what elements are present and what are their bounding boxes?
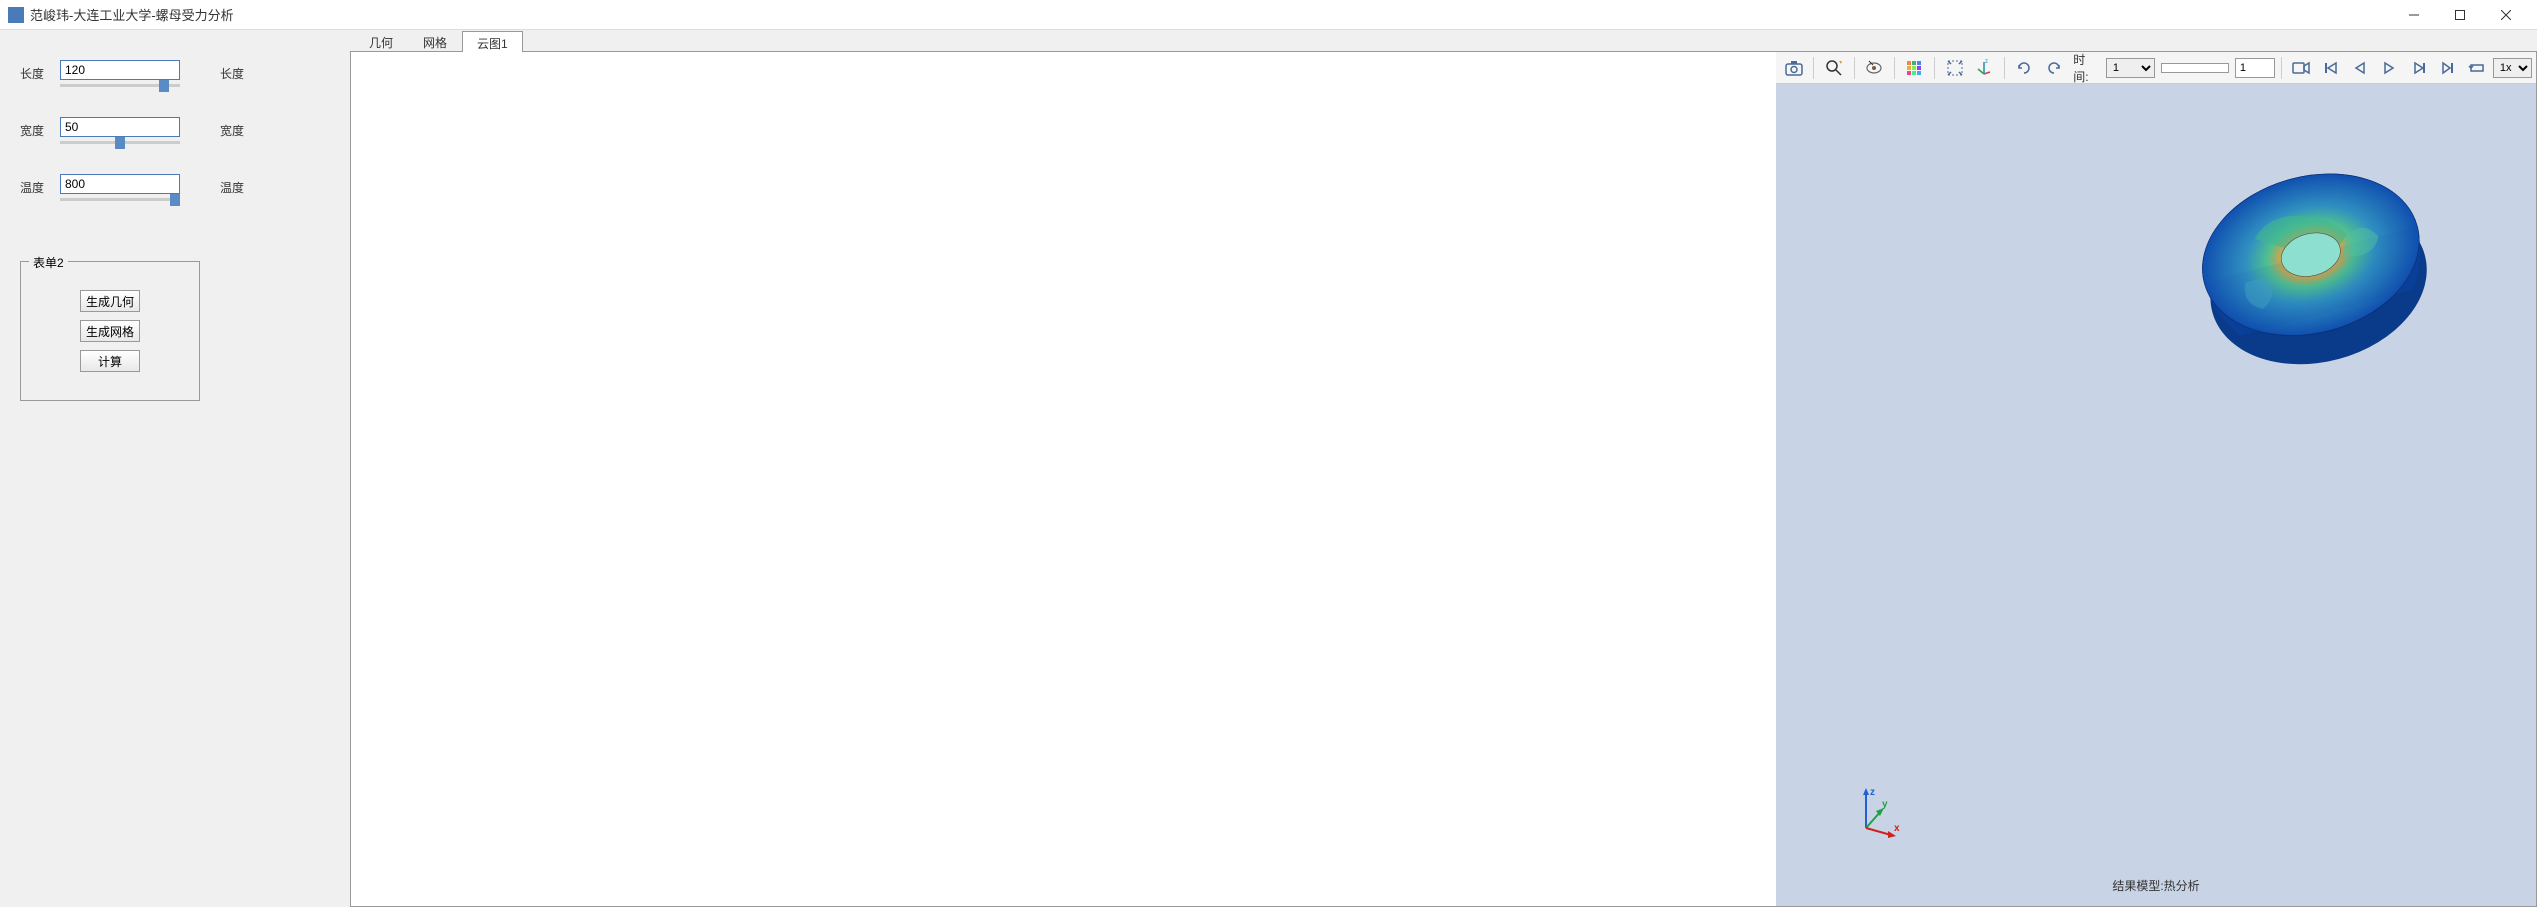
- viewport-toolbar: z 时间: 1: [1776, 52, 2536, 84]
- result-model-render: [2176, 134, 2456, 417]
- maximize-button[interactable]: [2437, 0, 2483, 30]
- time-label: 时间:: [2073, 51, 2100, 85]
- param-length: 长度 长度: [20, 60, 330, 87]
- app-icon: [8, 7, 24, 23]
- first-frame-button[interactable]: [2317, 55, 2344, 81]
- svg-text:z: z: [1870, 787, 1875, 798]
- rotate-ccw-button[interactable]: [2011, 55, 2038, 81]
- loop-button[interactable]: [2464, 55, 2491, 81]
- width-input[interactable]: [60, 117, 180, 137]
- tab-geometry[interactable]: 几何: [354, 30, 408, 51]
- canvas-area[interactable]: z y x 结果模型:热分析: [1776, 84, 2536, 906]
- window-controls: [2391, 0, 2529, 30]
- width-label: 宽度: [20, 122, 50, 139]
- temperature-right-label: 温度: [220, 179, 244, 196]
- form-title: 表单2: [29, 254, 68, 271]
- prev-frame-button[interactable]: [2346, 55, 2373, 81]
- tabs: 几何 网格 云图1: [350, 30, 2537, 52]
- zoom-button[interactable]: [1820, 55, 1847, 81]
- width-slider[interactable]: [60, 141, 180, 144]
- tab-mesh[interactable]: 网格: [408, 30, 462, 51]
- app-window: 范峻玮-大连工业大学-螺母受力分析 长度 长度: [0, 0, 2537, 907]
- generate-mesh-button[interactable]: 生成网格: [80, 320, 140, 342]
- screenshot-button[interactable]: [1780, 55, 1807, 81]
- length-right-label: 长度: [220, 65, 244, 82]
- fit-view-button[interactable]: [1941, 55, 1968, 81]
- time-select[interactable]: 1: [2106, 58, 2155, 78]
- temperature-input[interactable]: [60, 174, 180, 194]
- sidebar: 长度 长度 宽度 宽度 温度: [0, 30, 350, 907]
- select-button[interactable]: [1861, 55, 1888, 81]
- next-frame-button[interactable]: [2405, 55, 2432, 81]
- svg-text:z: z: [1985, 59, 1988, 65]
- record-button[interactable]: [2288, 55, 2315, 81]
- close-button[interactable]: [2483, 0, 2529, 30]
- length-input[interactable]: [60, 60, 180, 80]
- length-label: 长度: [20, 65, 50, 82]
- speed-select[interactable]: 1x: [2493, 58, 2532, 78]
- last-frame-button[interactable]: [2434, 55, 2461, 81]
- svg-text:y: y: [1882, 799, 1888, 810]
- param-width: 宽度 宽度: [20, 117, 330, 144]
- time-progress[interactable]: [2161, 63, 2229, 73]
- form-group: 表单2 生成几何 生成网格 计算: [20, 261, 200, 401]
- compute-button[interactable]: 计算: [80, 350, 140, 372]
- color-cube-button[interactable]: [1901, 55, 1928, 81]
- param-temperature: 温度 温度: [20, 174, 330, 201]
- rotate-cw-button[interactable]: [2040, 55, 2067, 81]
- viewport-empty-left: [351, 52, 1776, 906]
- frame-input[interactable]: [2235, 58, 2275, 78]
- viewport-area: 几何 网格 云图1: [350, 30, 2537, 907]
- play-button[interactable]: [2376, 55, 2403, 81]
- result-label: 结果模型:热分析: [2112, 877, 2199, 894]
- svg-text:x: x: [1894, 823, 1900, 834]
- titlebar: 范峻玮-大连工业大学-螺母受力分析: [0, 0, 2537, 30]
- temperature-label: 温度: [20, 179, 50, 196]
- temperature-slider[interactable]: [60, 198, 180, 201]
- minimize-button[interactable]: [2391, 0, 2437, 30]
- generate-geometry-button[interactable]: 生成几何: [80, 290, 140, 312]
- tab-cloud[interactable]: 云图1: [462, 31, 523, 52]
- width-right-label: 宽度: [220, 122, 244, 139]
- length-slider[interactable]: [60, 84, 180, 87]
- axis-triad: z y x: [1846, 783, 1906, 846]
- axis-view-button[interactable]: z: [1970, 55, 1997, 81]
- window-title: 范峻玮-大连工业大学-螺母受力分析: [30, 5, 2391, 24]
